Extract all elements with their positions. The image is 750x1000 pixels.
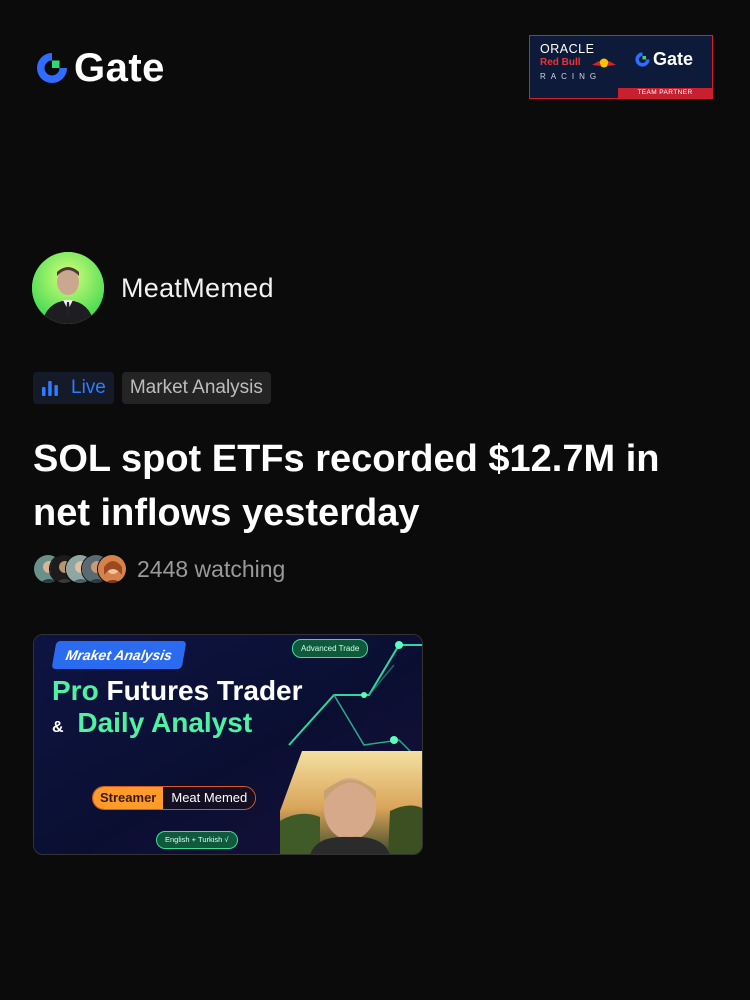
partner-gate-text: Gate (653, 49, 694, 69)
advanced-trade-pill: Advanced Trade (292, 639, 369, 658)
thumbnail-headline-2: & Daily Analyst (52, 707, 252, 739)
partner-racing-text: RACING (540, 72, 602, 81)
category-tag[interactable]: Market Analysis (121, 372, 271, 404)
author-row[interactable]: MeatMemed (32, 252, 274, 324)
stream-thumbnail[interactable]: Mraket Analysis Advanced Trade Pro Futur… (33, 634, 423, 855)
live-label: Live (71, 377, 106, 398)
tag-row: Live Market Analysis (33, 372, 271, 404)
partner-oracle-text: ORACLE (540, 42, 595, 56)
team-partner-banner[interactable]: ORACLE Red Bull RACING Gate TEAM PARTNER (529, 35, 713, 99)
language-pill: English + Turkish √ (156, 831, 238, 849)
viewers-row: 2448 watching (33, 554, 285, 584)
streamer-key: Streamer (93, 787, 164, 809)
viewer-avatars (33, 554, 129, 584)
partner-redbull-text: Red Bull (540, 57, 581, 68)
streamer-photo (280, 751, 422, 854)
post-title: SOL spot ETFs recorded $12.7M in net inf… (33, 438, 660, 534)
partner-gate-logo: Gate (634, 49, 693, 70)
gate-logo-icon (635, 52, 650, 67)
thumbnail-badge: Mraket Analysis (51, 641, 187, 669)
viewer-avatar (97, 554, 127, 584)
streamer-pill: Streamer Meat Memed (92, 786, 257, 810)
team-partner-label: TEAM PARTNER (618, 88, 712, 98)
avatar[interactable] (32, 252, 104, 324)
gate-logo-text: Gate (74, 46, 165, 90)
redbull-bulls-icon (592, 58, 616, 68)
live-bars-icon (42, 381, 58, 396)
live-badge[interactable]: Live (33, 372, 114, 404)
gate-logo-icon (37, 53, 67, 83)
thumbnail-headline-1: Pro Futures Trader (52, 675, 303, 707)
gate-logo[interactable]: Gate (34, 48, 165, 88)
person-avatar-icon (32, 252, 104, 324)
author-name[interactable]: MeatMemed (121, 273, 274, 304)
watching-count: 2448 watching (137, 555, 286, 582)
thumbnail-ampersand: & (52, 719, 64, 736)
thumbnail-headline-pro: Pro (52, 675, 99, 706)
thumbnail-headline-analyst: Daily Analyst (77, 707, 253, 738)
thumbnail-headline-futures: Futures Trader (106, 675, 303, 706)
streamer-name: Meat Memed (163, 787, 256, 809)
